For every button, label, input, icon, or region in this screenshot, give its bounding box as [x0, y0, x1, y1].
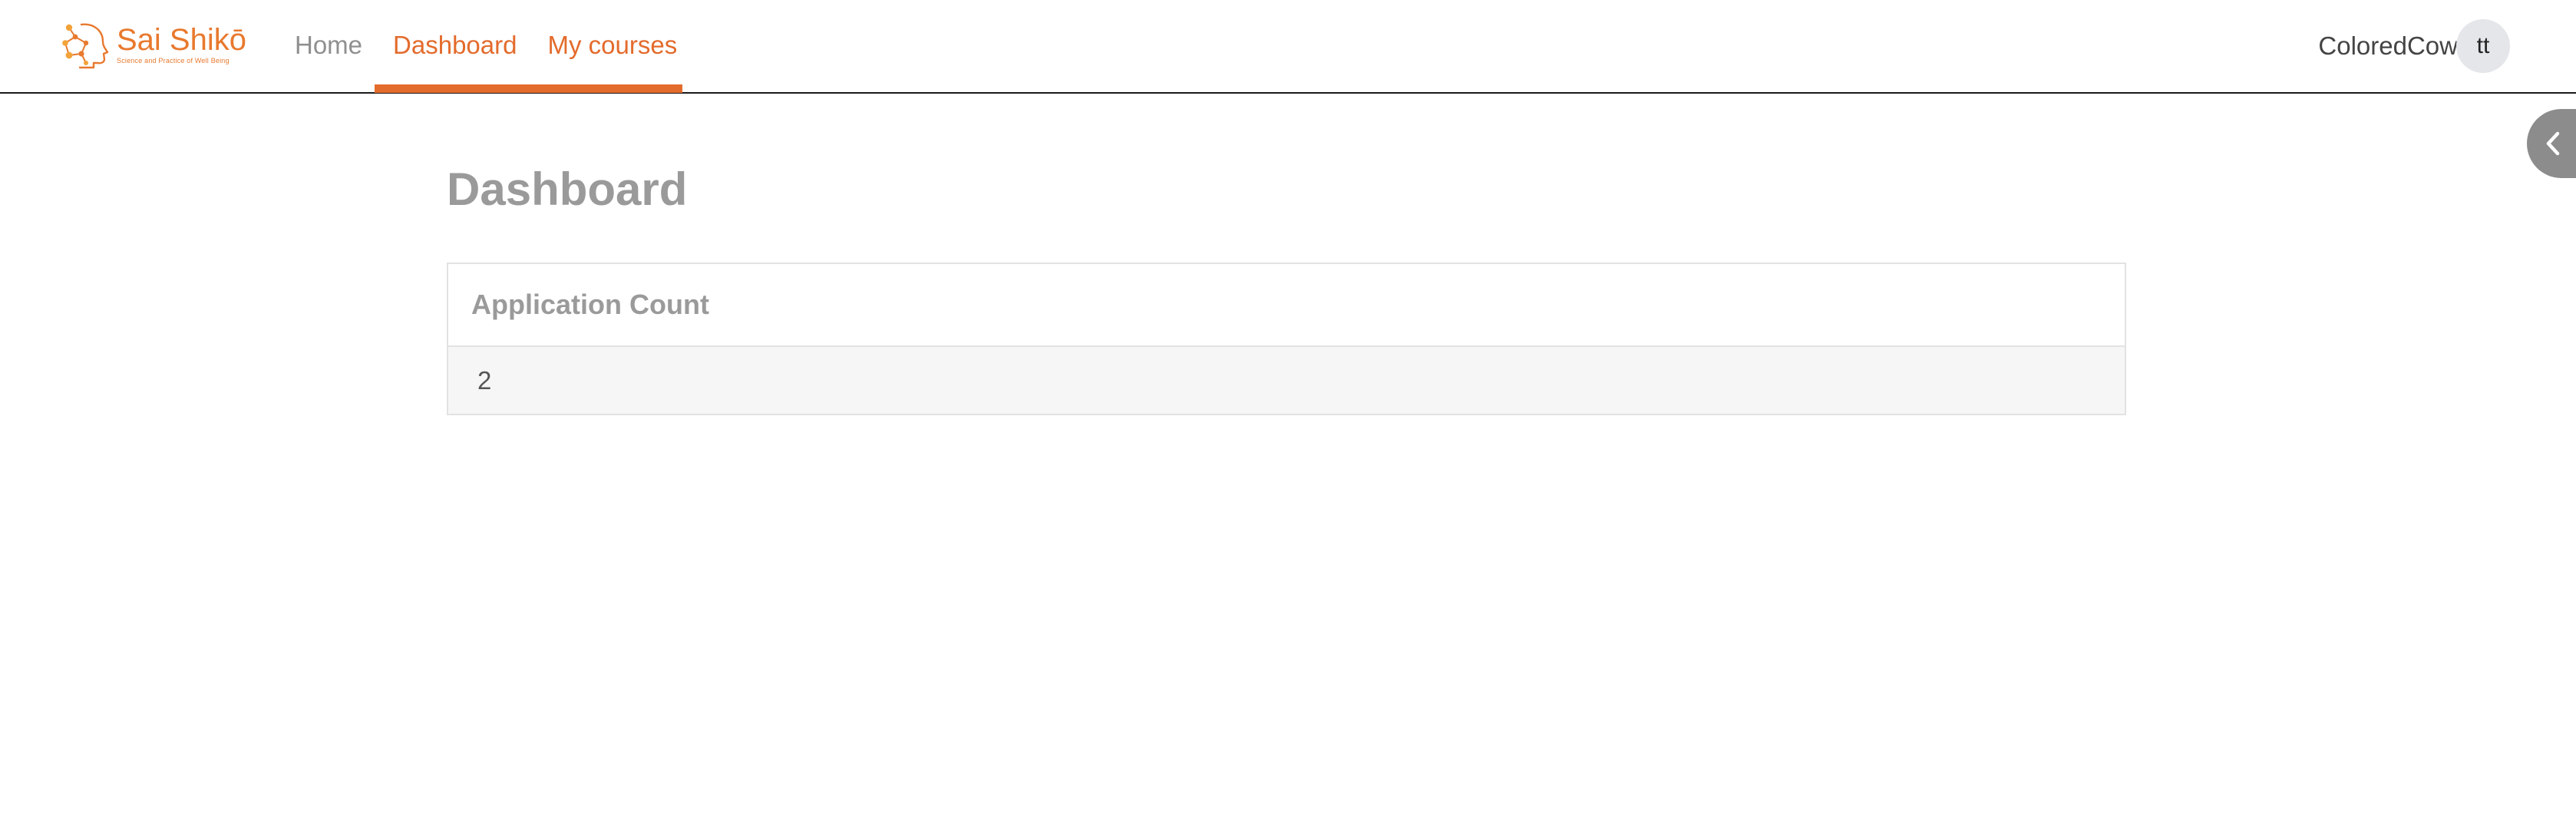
nav-item-my-courses[interactable]: My courses	[532, 0, 692, 92]
primary-nav: Home Dashboard My courses	[279, 0, 692, 92]
application-count-card: Application Count 2	[447, 263, 2126, 415]
active-nav-indicator	[375, 84, 682, 93]
brand-name: Sai Shikō	[117, 23, 246, 57]
brand-text: Sai Shikō Science and Practice of Well B…	[117, 24, 246, 65]
brand-head-network-icon	[58, 20, 115, 69]
drawer-toggle-button[interactable]	[2527, 109, 2576, 178]
user-menu[interactable]: ColoredCow tt	[2318, 18, 2510, 74]
top-navbar: Sai Shikō Science and Practice of Well B…	[0, 0, 2576, 94]
nav-item-home[interactable]: Home	[279, 0, 378, 92]
card-header: Application Count	[448, 264, 2125, 347]
application-count-value: 2	[448, 347, 2125, 414]
brand-logo-link[interactable]: Sai Shikō Science and Practice of Well B…	[58, 20, 253, 69]
chevron-left-icon	[2546, 131, 2560, 156]
page-title: Dashboard	[447, 163, 688, 215]
avatar[interactable]: tt	[2456, 19, 2510, 73]
brand-tagline: Science and Practice of Well Being	[117, 57, 230, 64]
nav-item-dashboard[interactable]: Dashboard	[378, 0, 532, 92]
user-name: ColoredCow	[2318, 31, 2458, 60]
